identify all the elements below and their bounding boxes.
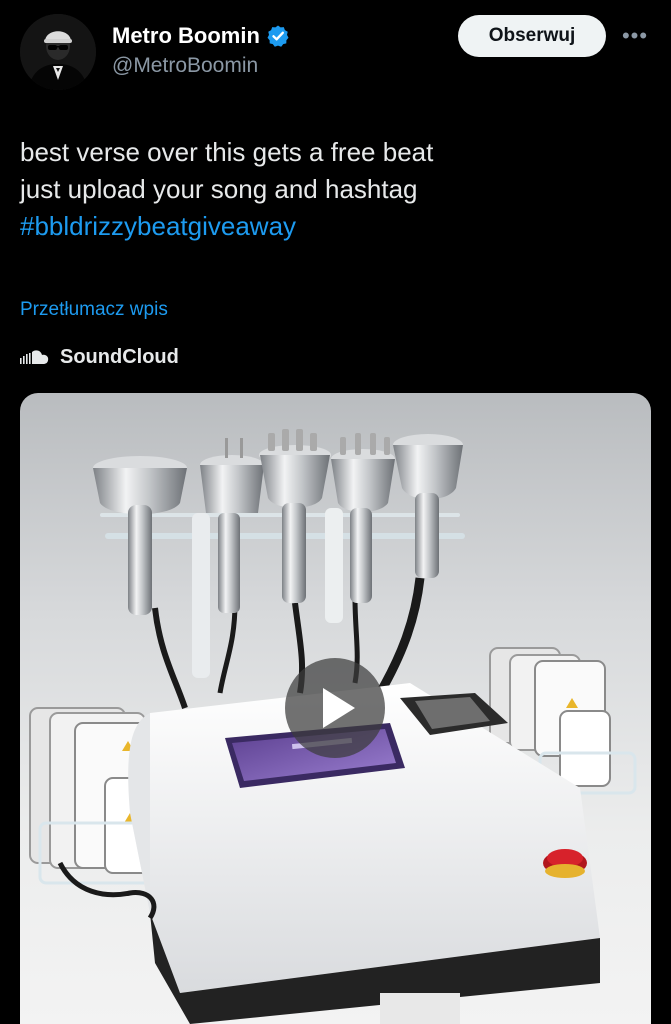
source-label[interactable]: SoundCloud [60, 343, 179, 371]
display-name[interactable]: Metro Boomin [112, 22, 260, 50]
play-button[interactable] [285, 658, 385, 758]
author-info[interactable]: Metro Boomin @MetroBoomin [112, 22, 290, 80]
avatar-image [20, 14, 96, 90]
media-video[interactable] [20, 393, 651, 1024]
more-options-icon[interactable]: ••• [620, 22, 650, 50]
hashtag-link[interactable]: #bbldrizzybeatgiveaway [20, 208, 650, 245]
tweet-text: best verse over this gets a free beat ju… [20, 134, 650, 245]
follow-button[interactable]: Obserwuj [458, 15, 606, 57]
translate-post-link[interactable]: Przetłumacz wpis [20, 297, 168, 323]
display-name-row: Metro Boomin [112, 22, 290, 50]
avatar[interactable] [20, 14, 96, 90]
tweet-text-line-2: just upload your song and hashtag [20, 174, 418, 204]
verified-badge-icon [266, 24, 290, 48]
tweet-text-line-1: best verse over this gets a free beat [20, 137, 434, 167]
user-handle[interactable]: @MetroBoomin [112, 52, 290, 80]
tweet-header: Metro Boomin @MetroBoomin Obserwuj ••• [0, 0, 671, 110]
play-icon [323, 688, 355, 728]
soundcloud-icon [20, 350, 49, 364]
source-row[interactable]: SoundCloud [20, 343, 179, 371]
